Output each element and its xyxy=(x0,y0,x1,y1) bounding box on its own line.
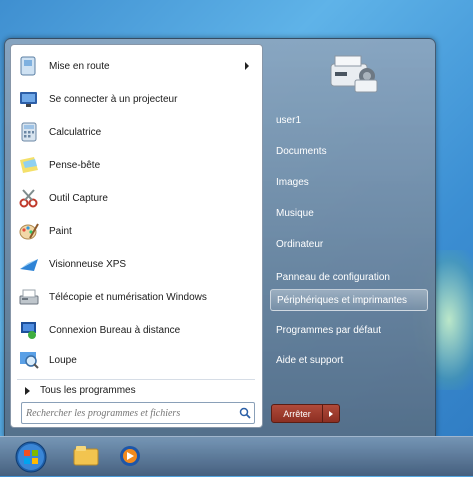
separator xyxy=(17,379,255,380)
program-item-magnifier[interactable]: Loupe xyxy=(17,347,257,373)
start-menu: Mise en route Se connecter à un projecte… xyxy=(4,38,436,438)
right-item-documents[interactable]: Documents xyxy=(270,140,428,162)
submenu-arrow-icon xyxy=(245,62,249,70)
user-picture[interactable] xyxy=(325,42,381,98)
right-item-devices-printers[interactable]: Périphériques et imprimantes xyxy=(270,289,428,311)
program-label: Calculatrice xyxy=(49,126,102,138)
all-programs-button[interactable]: Tous les programmes xyxy=(25,385,136,396)
calculator-icon xyxy=(17,120,41,144)
program-label: Loupe xyxy=(49,354,77,366)
taskbar xyxy=(0,436,473,476)
projector-icon xyxy=(17,87,41,111)
right-item-label: Aide et support xyxy=(276,354,344,366)
program-label: Pense-bête xyxy=(49,159,101,171)
right-item-label: Documents xyxy=(276,145,327,157)
right-item-default-programs[interactable]: Programmes par défaut xyxy=(270,319,428,341)
programs-pane: Mise en route Se connecter à un projecte… xyxy=(10,44,263,428)
right-item-computer[interactable]: Ordinateur xyxy=(270,233,428,255)
remote-desktop-icon xyxy=(17,318,41,342)
right-item-label: Images xyxy=(276,176,309,188)
program-item-projector[interactable]: Se connecter à un projecteur xyxy=(17,86,257,112)
right-item-label: Musique xyxy=(276,207,314,219)
right-item-label: Programmes par défaut xyxy=(276,324,382,336)
shutdown-group: Arrêter xyxy=(271,404,340,423)
program-label: Outil Capture xyxy=(49,192,108,204)
right-item-user[interactable]: user1 xyxy=(270,109,428,131)
program-item-calculator[interactable]: Calculatrice xyxy=(17,119,257,145)
program-item-remote-desktop[interactable]: Connexion Bureau à distance xyxy=(17,317,257,343)
all-programs-label: Tous les programmes xyxy=(40,385,136,396)
magnifier-icon xyxy=(17,348,41,372)
sticky-notes-icon xyxy=(17,153,41,177)
program-item-sticky-notes[interactable]: Pense-bête xyxy=(17,152,257,178)
search-input[interactable] xyxy=(22,404,236,422)
right-item-images[interactable]: Images xyxy=(270,171,428,193)
paint-icon xyxy=(17,219,41,243)
snipping-tool-icon xyxy=(17,186,41,210)
program-item-getting-started[interactable]: Mise en route xyxy=(17,53,257,79)
fax-scan-icon xyxy=(17,285,41,309)
search-box[interactable] xyxy=(21,402,255,424)
program-label: Paint xyxy=(49,225,72,237)
program-label: Télécopie et numérisation Windows xyxy=(49,291,207,303)
getting-started-icon xyxy=(17,54,41,78)
xps-viewer-icon xyxy=(17,252,41,276)
program-label: Mise en route xyxy=(49,60,110,72)
explorer-icon[interactable] xyxy=(72,443,100,469)
program-item-fax-scan[interactable]: Télécopie et numérisation Windows xyxy=(17,284,257,310)
program-label: Se connecter à un projecteur xyxy=(49,93,178,105)
expand-arrow-icon xyxy=(25,386,30,395)
right-item-label: Périphériques et imprimantes xyxy=(277,294,408,306)
start-orb-icon[interactable] xyxy=(14,440,48,474)
right-item-control-panel[interactable]: Panneau de configuration xyxy=(270,266,428,288)
right-item-label: Panneau de configuration xyxy=(276,271,390,283)
program-item-paint[interactable]: Paint xyxy=(17,218,257,244)
program-item-xps-viewer[interactable]: Visionneuse XPS xyxy=(17,251,257,277)
search-icon[interactable] xyxy=(236,407,254,419)
program-item-snipping-tool[interactable]: Outil Capture xyxy=(17,185,257,211)
media-player-icon[interactable] xyxy=(116,443,144,469)
shutdown-button[interactable]: Arrêter xyxy=(271,404,323,423)
program-label: Connexion Bureau à distance xyxy=(49,324,181,336)
program-label: Visionneuse XPS xyxy=(49,258,127,270)
shutdown-options-button[interactable] xyxy=(323,404,340,423)
right-item-label: user1 xyxy=(276,114,302,126)
right-item-help-support[interactable]: Aide et support xyxy=(270,349,428,371)
shutdown-label: Arrêter xyxy=(283,408,311,419)
chevron-right-icon xyxy=(329,410,333,417)
right-item-label: Ordinateur xyxy=(276,238,324,250)
right-item-music[interactable]: Musique xyxy=(270,202,428,224)
